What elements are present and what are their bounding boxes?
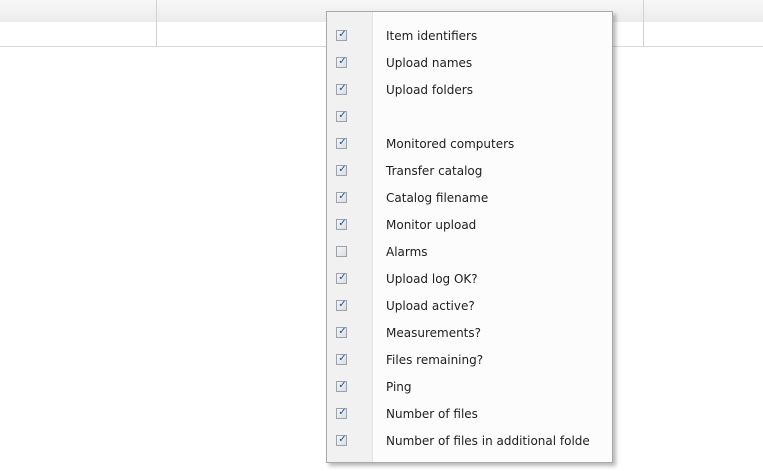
menu-item-label: Number of files [386,407,478,421]
menu-item-label: Upload names [386,56,473,70]
check-mark-icon: ✓ [338,29,347,40]
check-mark-icon: ✓ [338,326,347,337]
check-mark-icon: ✓ [338,218,347,229]
menu-item-label: Ping [386,380,412,394]
menu-item-label: Alarms [386,245,428,259]
check-mark-icon: ✓ [338,299,347,310]
menu-item-label: Monitor upload [386,218,477,232]
menu-item-label: Catalog filename [386,191,489,205]
checkbox-icon[interactable]: ✓ [336,246,347,257]
check-mark-icon: ✓ [338,83,347,94]
check-mark-icon: ✓ [338,407,347,418]
menu-item[interactable]: ✓ Catalog filename [327,185,612,212]
menu-item[interactable]: ✓ Number of files in additional folde [327,428,612,455]
menu-item[interactable]: ✓ Ping [327,374,612,401]
menu-item-label: Upload folders [386,83,473,97]
checkbox-icon[interactable]: ✓ [336,326,347,338]
check-mark-icon: ✓ [338,164,347,175]
menu-item[interactable]: ✓ Files remaining? [327,347,612,374]
check-mark-icon: ✓ [338,56,347,67]
menu-item[interactable]: ✓ Upload active? [327,293,612,320]
column-divider[interactable] [643,0,644,47]
checkbox-icon[interactable]: ✓ [336,164,347,176]
menu-item[interactable]: ✓ Number of files [327,401,612,428]
menu-item[interactable]: ✓ Upload folders [327,77,612,104]
menu-item-label: Transfer catalog [386,164,483,178]
menu-item[interactable]: ✓ Upload log OK? [327,266,612,293]
checkbox-icon[interactable]: ✓ [336,110,347,122]
check-mark-icon: ✓ [338,191,347,202]
menu-item-label: Measurements? [386,326,482,340]
check-mark-icon: ✓ [338,353,347,364]
window: ✓ Item identifiers ✓ Upload names ✓ Uplo… [0,0,763,471]
column-chooser-menu: ✓ Item identifiers ✓ Upload names ✓ Uplo… [326,11,613,463]
menu-item[interactable]: ✓ Transfer catalog [327,158,612,185]
checkbox-icon[interactable]: ✓ [336,434,347,446]
checkbox-icon[interactable]: ✓ [336,299,347,311]
menu-item-label: Item identifiers [386,29,478,43]
menu-item[interactable]: ✓ Item identifiers [327,23,612,50]
menu-item-label: Number of files in additional folde [386,434,590,448]
menu-item[interactable]: ✓ Monitor upload [327,212,612,239]
menu-item[interactable]: ✓ Measurements? [327,320,612,347]
checkbox-icon[interactable]: ✓ [336,218,347,230]
check-mark-icon: ✓ [338,434,347,445]
menu-item[interactable]: ✓ Upload names [327,50,612,77]
menu-item-label: Upload active? [386,299,475,313]
checkbox-icon[interactable]: ✓ [336,83,347,95]
check-mark-icon: ✓ [338,272,347,283]
checkbox-icon[interactable]: ✓ [336,272,347,284]
checkbox-icon[interactable]: ✓ [336,407,347,419]
menu-item[interactable]: ✓ [327,104,612,131]
checkbox-icon[interactable]: ✓ [336,353,347,365]
menu-item-label: Files remaining? [386,353,484,367]
checkbox-icon[interactable]: ✓ [336,29,347,41]
check-mark-icon: ✓ [338,380,347,391]
checkbox-icon[interactable]: ✓ [336,56,347,68]
check-mark-icon: ✓ [338,137,347,148]
menu-item-label: Upload log OK? [386,272,478,286]
menu-item-label: Monitored computers [386,137,515,151]
column-divider[interactable] [156,0,157,47]
checkbox-icon[interactable]: ✓ [336,380,347,392]
check-mark-icon: ✓ [338,110,347,121]
checkbox-icon[interactable]: ✓ [336,191,347,203]
checkbox-icon[interactable]: ✓ [336,137,347,149]
menu-item[interactable]: ✓ Monitored computers [327,131,612,158]
menu-item[interactable]: ✓ Alarms [327,239,612,266]
